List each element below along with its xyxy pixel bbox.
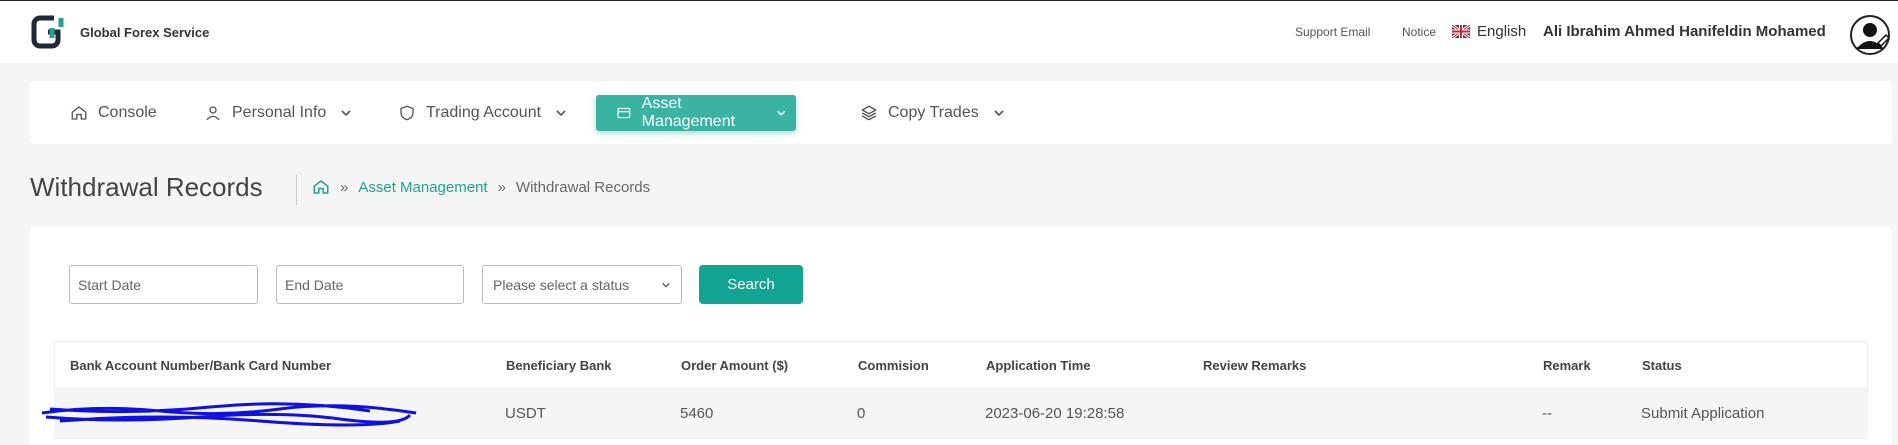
status-select[interactable]: Please select a status: [482, 265, 682, 304]
start-date-placeholder: Start Date: [78, 276, 142, 293]
layers-icon: [861, 105, 877, 121]
company-logo[interactable]: [30, 14, 66, 50]
col-remark: Remark: [1543, 358, 1591, 373]
col-account: Bank Account Number/Bank Card Number: [70, 358, 332, 373]
main-nav: Console Personal Info Trading Account As…: [30, 81, 1892, 144]
withdrawal-table: Bank Account Number/Bank Card Number Ben…: [41, 341, 1868, 439]
breadcrumb-asset-management[interactable]: Asset Management: [358, 179, 487, 196]
notice-link[interactable]: Notice: [1402, 25, 1436, 39]
title-divider: [296, 175, 297, 205]
home-icon[interactable]: [312, 178, 330, 196]
search-button[interactable]: Search: [699, 265, 803, 304]
breadcrumb-current: Withdrawal Records: [515, 178, 651, 196]
card-icon: [617, 107, 631, 119]
chevron-down-icon: [776, 110, 785, 116]
cell-status: Submit Application: [1641, 405, 1765, 422]
cell-commission: 0: [857, 405, 866, 422]
top-bar: Global Forex Service Support Email Notic…: [0, 0, 1898, 63]
nav-trading-account[interactable]: Trading Account: [388, 95, 577, 131]
language-selector[interactable]: English: [1452, 23, 1526, 40]
cell-remark: --: [1542, 405, 1552, 422]
nav-trading-account-label: Trading Account: [426, 104, 542, 121]
shield-icon: [400, 105, 414, 121]
breadcrumb-separator: »: [497, 178, 506, 196]
end-date-input[interactable]: End Date: [276, 265, 464, 304]
cell-bank: USDT: [505, 405, 546, 422]
col-status: Status: [1642, 358, 1682, 373]
cell-application-time: 2023-06-20 19:28:58: [985, 405, 1125, 422]
col-commission: Commision: [858, 358, 929, 373]
nav-console[interactable]: Console: [60, 95, 167, 131]
nav-copy-trades-label: Copy Trades: [888, 104, 979, 121]
col-review-remarks: Review Remarks: [1203, 358, 1307, 373]
language-label: English: [1477, 23, 1527, 40]
nav-asset-management-label: Asset Management: [641, 95, 736, 130]
nav-personal-info[interactable]: Personal Info: [194, 95, 362, 131]
uk-flag-icon: [1452, 25, 1470, 38]
nav-personal-info-label: Personal Info: [232, 104, 327, 121]
user-name[interactable]: Ali Ibrahim Ahmed Hanifeldin Mohamed: [1543, 23, 1826, 40]
col-order-amount: Order Amount ($): [681, 358, 789, 373]
nav-copy-trades[interactable]: Copy Trades: [850, 95, 1015, 131]
page-title: Withdrawal Records: [30, 172, 263, 202]
breadcrumb: » Asset Management » Withdrawal Records: [312, 178, 650, 196]
chevron-down-icon: [556, 110, 566, 117]
user-icon: [206, 106, 220, 121]
table-header: Bank Account Number/Bank Card Number Ben…: [54, 341, 1868, 389]
user-avatar-icon[interactable]: [1850, 15, 1890, 55]
chevron-down-icon: [994, 110, 1004, 117]
nav-asset-management[interactable]: Asset Management: [596, 95, 796, 131]
breadcrumb-separator: »: [340, 178, 349, 196]
status-select-placeholder: Please select a status: [493, 276, 630, 293]
table-row: USDT 5460 0 2023-06-20 19:28:58 -- Submi…: [41, 389, 1868, 439]
col-application-time: Application Time: [986, 358, 1091, 373]
cell-amount: 5460: [680, 405, 714, 422]
nav-console-label: Console: [98, 104, 157, 121]
brand-name: Global Forex Service: [80, 25, 210, 40]
support-email-link[interactable]: Support Email: [1295, 25, 1370, 39]
home-icon: [71, 106, 87, 120]
redaction-scribble: [41, 402, 417, 427]
start-date-input[interactable]: Start Date: [69, 265, 258, 304]
chevron-down-icon: [662, 282, 670, 288]
end-date-placeholder: End Date: [285, 276, 344, 293]
col-beneficiary-bank: Beneficiary Bank: [506, 358, 612, 373]
chevron-down-icon: [341, 110, 351, 117]
